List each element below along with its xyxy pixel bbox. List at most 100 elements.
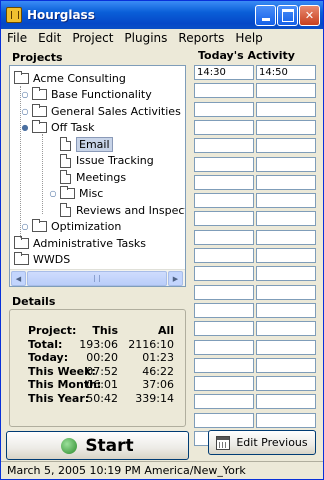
activity-start-time-field[interactable]: [194, 248, 254, 263]
activity-start-time-field[interactable]: [194, 83, 254, 99]
collapse-toggle-icon[interactable]: ●: [20, 123, 30, 133]
activity-start-time-field[interactable]: [194, 193, 254, 209]
activity-start-time-field[interactable]: [194, 119, 254, 135]
details-row-label: Total:: [28, 337, 63, 351]
project-tree[interactable]: Acme Consulting ○ Base Functionality ○ Gener…: [9, 65, 186, 287]
activity-start-time-field[interactable]: [194, 284, 254, 300]
expand-toggle-icon[interactable]: ○: [48, 189, 58, 199]
activity-end-time-field[interactable]: [256, 174, 316, 190]
menu-reports[interactable]: Reports: [178, 31, 224, 45]
activity-end-time-field[interactable]: [256, 211, 316, 227]
activity-end-time-field[interactable]: [256, 412, 316, 428]
activity-end-time-field[interactable]: [256, 357, 316, 373]
scroll-thumb[interactable]: [27, 271, 167, 286]
tree-node-label: WWDS: [33, 253, 71, 266]
scroll-left-button[interactable]: ◀: [11, 271, 26, 286]
folder-icon: [14, 252, 29, 265]
tree-node[interactable]: ● Off Task: [20, 120, 94, 136]
title-bar[interactable]: Hourglass ✕: [1, 1, 323, 29]
activity-end-time-field[interactable]: [256, 101, 316, 117]
expand-toggle-icon[interactable]: ○: [20, 222, 30, 232]
tree-node-label: Meetings: [76, 170, 127, 184]
folder-icon: [32, 103, 47, 117]
tree-node[interactable]: Email: [48, 136, 113, 152]
menu-file[interactable]: File: [7, 31, 27, 45]
tree-node[interactable]: Meetings: [48, 169, 126, 185]
activity-end-time-field[interactable]: [256, 156, 316, 172]
activity-end-time-field[interactable]: [256, 321, 316, 337]
activity-start-time-field[interactable]: [194, 174, 254, 190]
details-header-all: All: [157, 324, 174, 337]
minimize-button[interactable]: [255, 5, 276, 26]
activity-end-time-field[interactable]: [256, 302, 316, 318]
tree-node[interactable]: ○ General Sales Activities: [20, 103, 181, 119]
activity-start-time-field[interactable]: [194, 211, 254, 227]
status-bar: March 5, 2005 10:19 PM America/New_York: [1, 461, 323, 479]
details-row-this: 00:20: [86, 351, 118, 364]
scroll-right-button[interactable]: ▶: [168, 271, 183, 286]
details-row-all: 01:23: [142, 351, 174, 364]
activity-start-time-field[interactable]: [194, 376, 254, 392]
menu-edit[interactable]: Edit: [38, 31, 61, 45]
details-panel: Project: This All Total: 193:06 2116:10 …: [9, 309, 186, 427]
activity-start-time-field[interactable]: [194, 357, 254, 373]
activity-end-time-field[interactable]: 14:50: [256, 65, 316, 80]
activity-end-time-field[interactable]: [256, 193, 316, 209]
menu-project[interactable]: Project: [72, 31, 113, 45]
details-row: Total: 193:06 2116:10: [28, 338, 178, 352]
menu-help[interactable]: Help: [235, 31, 262, 45]
arrow-left-icon: ◀: [15, 274, 22, 283]
tree-node-label: Email: [76, 136, 113, 152]
activity-end-time-field[interactable]: [256, 83, 316, 99]
tree-node-label: Acme Consulting: [33, 71, 126, 85]
details-row-all: 46:22: [142, 364, 174, 378]
activity-start-time-field[interactable]: [194, 339, 254, 355]
activity-end-time-field[interactable]: [256, 229, 316, 245]
tree-node[interactable]: Acme Consulting: [14, 70, 126, 86]
tree-node[interactable]: ○ Base Functionality: [20, 87, 152, 103]
activity-start-time-field[interactable]: [194, 412, 254, 428]
activity-end-time-field[interactable]: [256, 284, 316, 300]
tree-node[interactable]: Administrative Tasks: [14, 235, 146, 251]
tree-node[interactable]: ○ Misc: [48, 186, 103, 202]
expand-toggle-icon[interactable]: ○: [20, 106, 30, 116]
folder-icon: [32, 219, 47, 232]
activity-start-time-field[interactable]: [194, 321, 254, 337]
activity-end-time-field[interactable]: [256, 266, 316, 282]
activity-end-time-field[interactable]: [256, 339, 316, 355]
menu-plugins[interactable]: Plugins: [124, 31, 167, 45]
tree-node[interactable]: WWDS: [14, 252, 70, 268]
tree-node-label: Reviews and Inspections: [76, 203, 185, 217]
maximize-button[interactable]: [277, 5, 298, 26]
activity-end-time-field[interactable]: [256, 248, 316, 263]
close-button[interactable]: ✕: [299, 5, 320, 26]
tree-node[interactable]: ○ Optimization: [20, 219, 121, 235]
activity-start-time-field[interactable]: [194, 101, 254, 117]
start-button[interactable]: Start: [6, 431, 189, 460]
edit-previous-button[interactable]: Edit Previous: [208, 430, 316, 455]
activity-end-time-field[interactable]: [256, 394, 316, 410]
activity-start-time-field[interactable]: [194, 138, 254, 154]
edit-previous-label: Edit Previous: [236, 436, 308, 449]
tree-node-label: Base Functionality: [51, 88, 152, 101]
activity-start-time-field[interactable]: [194, 302, 254, 318]
activity-end-time-field[interactable]: [256, 119, 316, 135]
activity-start-time-field[interactable]: [194, 156, 254, 172]
window-title: Hourglass: [27, 8, 95, 22]
tree-node[interactable]: Reviews and Inspections: [48, 202, 185, 218]
activity-start-time-field[interactable]: [194, 394, 254, 410]
activity-start-time-field[interactable]: 14:30: [194, 65, 254, 80]
expand-toggle-icon[interactable]: ○: [20, 90, 30, 100]
horizontal-scrollbar[interactable]: ◀ ▶: [10, 269, 185, 286]
todays-activity-label: Today's Activity: [198, 49, 295, 62]
activity-start-time-field[interactable]: [194, 229, 254, 245]
start-button-label: Start: [85, 435, 134, 456]
activity-end-time-field[interactable]: [256, 376, 316, 392]
tree-node-label: Administrative Tasks: [33, 236, 147, 250]
document-icon: [60, 137, 71, 151]
activity-start-time-field[interactable]: [194, 266, 254, 282]
activity-end-time-field[interactable]: [256, 138, 316, 154]
folder-icon: [32, 87, 47, 100]
tree-node[interactable]: Issue Tracking: [48, 153, 154, 169]
